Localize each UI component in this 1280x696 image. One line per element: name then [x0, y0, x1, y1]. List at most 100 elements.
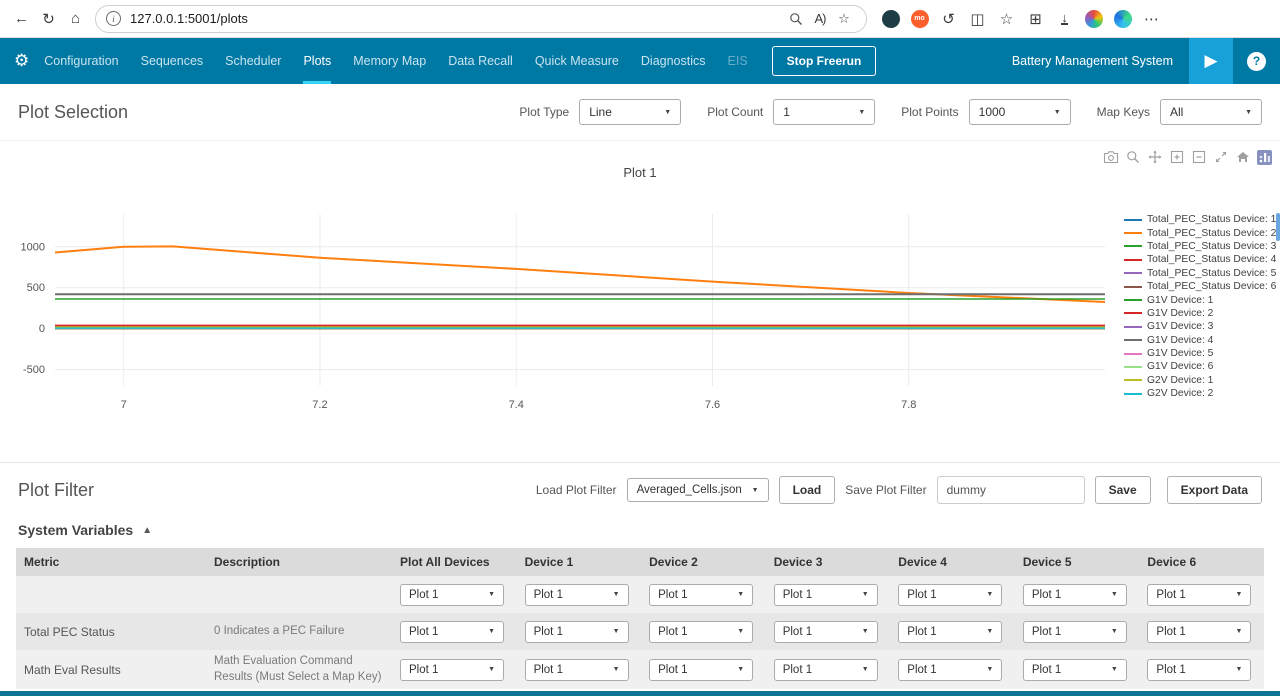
favorites-icon[interactable]: ☆: [993, 5, 1020, 33]
split-screen-icon[interactable]: ◫: [964, 5, 991, 33]
legend-item-g1v-device-1[interactable]: G1V Device: 1: [1124, 293, 1276, 306]
plot-assign-select-row2-col1[interactable]: Plot 1▼: [525, 659, 629, 681]
history-icon[interactable]: ↺: [935, 5, 962, 33]
assignment-cell: Plot 1▼: [392, 650, 517, 689]
plot-assign-select-row1-col4[interactable]: Plot 1▼: [898, 621, 1002, 643]
pan-mode-button[interactable]: [1145, 149, 1164, 165]
stop-freerun-button[interactable]: Stop Freerun: [772, 46, 877, 76]
collapse-arrow-icon[interactable]: ▲: [142, 525, 152, 536]
legend-item-g2v-device-1[interactable]: G2V Device: 1: [1124, 374, 1276, 387]
system-variables-table: MetricDescriptionPlot All DevicesDevice …: [16, 548, 1264, 689]
plot-assign-select-row1-col1[interactable]: Plot 1▼: [525, 621, 629, 643]
site-info-icon[interactable]: i: [106, 11, 121, 26]
x-tick-label: 7.2: [312, 399, 327, 411]
legend-item-g1v-device-4[interactable]: G1V Device: 4: [1124, 334, 1276, 347]
legend-scrollbar[interactable]: [1276, 213, 1280, 241]
autoscale-button[interactable]: [1211, 149, 1230, 165]
edge-logo-icon[interactable]: [1109, 5, 1136, 33]
plot-assign-select-row0-col3[interactable]: Plot 1▼: [774, 584, 878, 606]
settings-gear-icon[interactable]: ⚙: [14, 51, 29, 71]
zoom-in-button[interactable]: [1167, 149, 1186, 165]
legend-item-total-pec-status-device-3[interactable]: Total_PEC_Status Device: 3: [1124, 240, 1276, 253]
back-button[interactable]: ←: [8, 5, 35, 33]
save-filter-name-input[interactable]: [937, 476, 1085, 504]
nav-item-memory-map[interactable]: Memory Map: [353, 38, 426, 84]
nav-item-quick-measure[interactable]: Quick Measure: [535, 38, 619, 84]
read-aloud-icon[interactable]: A): [808, 5, 832, 33]
plot-assign-select-row0-col5[interactable]: Plot 1▼: [1023, 584, 1127, 606]
nav-item-data-recall[interactable]: Data Recall: [448, 38, 513, 84]
chevron-down-icon: ▼: [986, 628, 993, 635]
legend-item-g2v-device-2[interactable]: G2V Device: 2: [1124, 387, 1276, 400]
plot-assign-select-row2-col5[interactable]: Plot 1▼: [1023, 659, 1127, 681]
plot-assign-select-row2-col4[interactable]: Plot 1▼: [898, 659, 1002, 681]
column-header-device-1: Device 1: [517, 548, 642, 576]
legend-item-g1v-device-5[interactable]: G1V Device: 5: [1124, 347, 1276, 360]
download-plot-camera-button[interactable]: [1101, 149, 1120, 165]
plot-assign-select-row1-col5[interactable]: Plot 1▼: [1023, 621, 1127, 643]
help-button[interactable]: ?: [1247, 52, 1266, 71]
plot-assign-select-row0-col0[interactable]: Plot 1▼: [400, 584, 504, 606]
plot-points-select[interactable]: 1000▼: [969, 99, 1071, 125]
plot-type-select[interactable]: Line▼: [579, 99, 681, 125]
more-menu-button[interactable]: ⋯: [1138, 5, 1165, 33]
nav-item-configuration[interactable]: Configuration: [44, 38, 118, 84]
address-bar[interactable]: i 127.0.0.1:5001/plots A) ☆: [95, 5, 867, 33]
nav-item-scheduler[interactable]: Scheduler: [225, 38, 281, 84]
load-button[interactable]: Load: [779, 476, 836, 504]
plot-assign-select-row0-col4[interactable]: Plot 1▼: [898, 584, 1002, 606]
refresh-button[interactable]: ↻: [35, 5, 62, 33]
plot-assign-select-row0-col1[interactable]: Plot 1▼: [525, 584, 629, 606]
legend-item-g1v-device-2[interactable]: G1V Device: 2: [1124, 307, 1276, 320]
plot-assign-select-row2-col2[interactable]: Plot 1▼: [649, 659, 753, 681]
profile-avatar[interactable]: [1080, 5, 1107, 33]
plotly-logo-button[interactable]: [1255, 149, 1274, 165]
extension-monica-icon[interactable]: mo: [906, 5, 933, 33]
assignment-cell: Plot 1▼: [517, 650, 642, 689]
plot-assign-select-row2-col0[interactable]: Plot 1▼: [400, 659, 504, 681]
map-keys-select[interactable]: All▼: [1160, 99, 1262, 125]
nav-item-plots[interactable]: Plots: [303, 38, 331, 84]
plot-assign-select-row0-col6[interactable]: Plot 1▼: [1147, 584, 1251, 606]
zoom-mode-button[interactable]: [1123, 149, 1142, 165]
system-variables-header[interactable]: System Variables ▲: [0, 510, 1280, 548]
plot-assign-select-row2-col3[interactable]: Plot 1▼: [774, 659, 878, 681]
plot-assign-select-row1-col2[interactable]: Plot 1▼: [649, 621, 753, 643]
favorite-star-icon[interactable]: ☆: [832, 5, 856, 33]
load-plot-filter-select[interactable]: Averaged_Cells.json ▼: [627, 478, 769, 502]
legend-item-total-pec-status-device-6[interactable]: Total_PEC_Status Device: 6: [1124, 280, 1276, 293]
nav-item-sequences[interactable]: Sequences: [141, 38, 204, 84]
plot-canvas[interactable]: -5000500100077.27.47.67.8: [0, 141, 1120, 462]
legend-item-g1v-device-6[interactable]: G1V Device: 6: [1124, 360, 1276, 373]
save-button[interactable]: Save: [1095, 476, 1151, 504]
plot-assign-select-row1-col6[interactable]: Plot 1▼: [1147, 621, 1251, 643]
zoom-icon[interactable]: [784, 5, 808, 33]
run-play-button[interactable]: ▶: [1189, 38, 1233, 84]
home-button[interactable]: ⌂: [62, 5, 89, 33]
collections-icon[interactable]: ⊞: [1022, 5, 1049, 33]
plot-count-select[interactable]: 1▼: [773, 99, 875, 125]
system-variables-title: System Variables: [18, 522, 133, 538]
legend-item-total-pec-status-device-5[interactable]: Total_PEC_Status Device: 5: [1124, 267, 1276, 280]
downloads-icon[interactable]: ↓: [1051, 5, 1078, 33]
legend-item-total-pec-status-device-2[interactable]: Total_PEC_Status Device: 2: [1124, 226, 1276, 239]
plot-type-label: Plot Type: [519, 105, 569, 119]
legend-label: G1V Device: 1: [1147, 295, 1213, 306]
legend-item-total-pec-status-device-1[interactable]: Total_PEC_Status Device: 1: [1124, 213, 1276, 226]
plot-assign-select-row2-col6[interactable]: Plot 1▼: [1147, 659, 1251, 681]
plot-assign-select-row1-col3[interactable]: Plot 1▼: [774, 621, 878, 643]
url-text[interactable]: 127.0.0.1:5001/plots: [130, 11, 784, 26]
plot-assign-select-row0-col2[interactable]: Plot 1▼: [649, 584, 753, 606]
reset-axes-button[interactable]: [1233, 149, 1252, 165]
monica-extension-badge: mo: [911, 10, 929, 28]
zoom-out-button[interactable]: [1189, 149, 1208, 165]
system-variables-section: System Variables ▲ MetricDescriptionPlot…: [0, 510, 1280, 689]
extension-shield-icon[interactable]: [877, 5, 904, 33]
export-data-button[interactable]: Export Data: [1167, 476, 1262, 504]
nav-item-eis[interactable]: EIS: [728, 38, 748, 84]
plot-assign-select-row1-col0[interactable]: Plot 1▼: [400, 621, 504, 643]
nav-item-diagnostics[interactable]: Diagnostics: [641, 38, 706, 84]
nav-menu: Configuration Sequences Scheduler Plots Memo…: [44, 38, 747, 84]
legend-item-total-pec-status-device-4[interactable]: Total_PEC_Status Device: 4: [1124, 253, 1276, 266]
legend-item-g1v-device-3[interactable]: G1V Device: 3: [1124, 320, 1276, 333]
